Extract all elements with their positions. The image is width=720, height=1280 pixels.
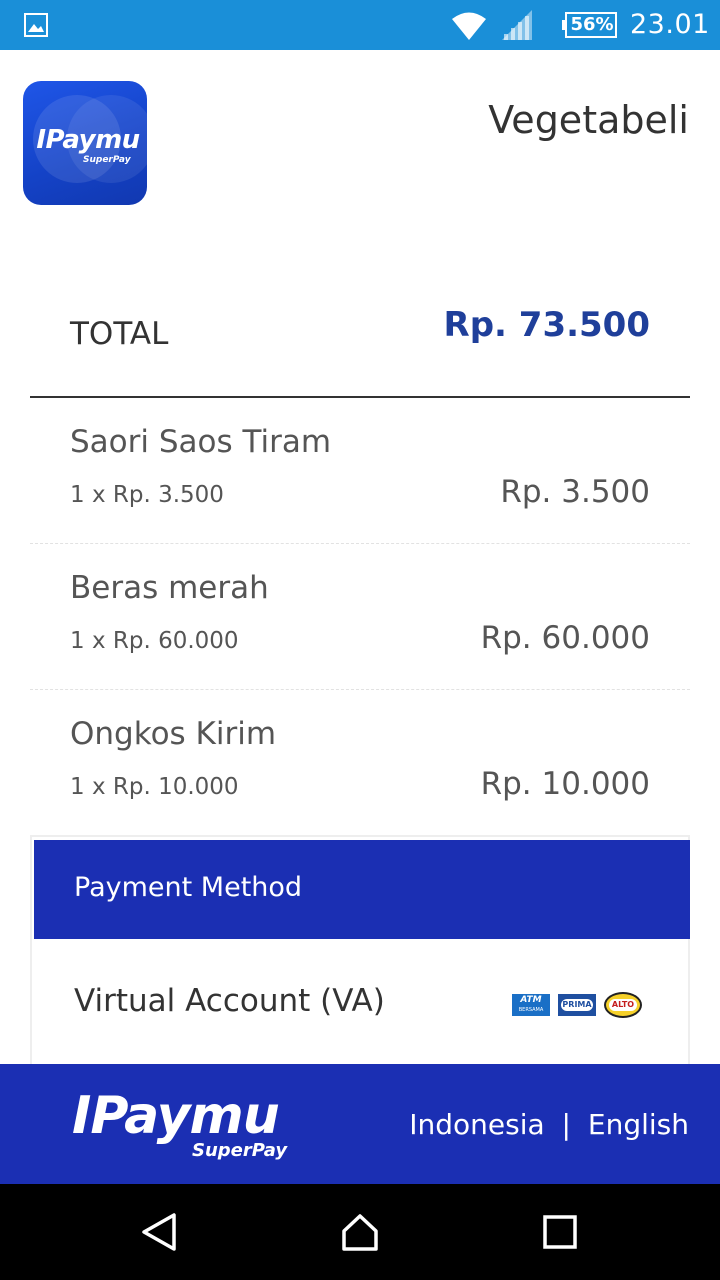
atm-text: ATM: [520, 995, 542, 1005]
item-price: Rp. 10.000: [480, 766, 650, 802]
atm-bersama-logo: ATM BERSAMA: [512, 994, 550, 1016]
payment-method-header[interactable]: Payment Method: [34, 840, 690, 939]
clock: 23.01: [630, 9, 710, 40]
payment-method-panel: Payment Method Virtual Account (VA) ATM …: [30, 835, 690, 1075]
logo-subtext: SuperPay: [83, 155, 131, 165]
language-switcher: Indonesia | English: [409, 1108, 689, 1141]
ipaymu-logo: IPaymu SuperPay: [23, 81, 147, 205]
total-value: Rp. 73.500: [443, 305, 650, 345]
bank-logos: ATM BERSAMA PRIMA ALTO: [512, 991, 652, 1019]
item-quantity-price: 1 x Rp. 10.000: [70, 774, 239, 800]
list-item: Beras merah 1 x Rp. 60.000 Rp. 60.000: [30, 544, 690, 690]
recent-apps-icon[interactable]: [540, 1212, 580, 1252]
item-name: Saori Saos Tiram: [70, 424, 332, 460]
item-price: Rp. 3.500: [500, 474, 650, 510]
virtual-account-option[interactable]: Virtual Account (VA) ATM BERSAMA PRIMA A…: [34, 941, 690, 1061]
wifi-icon: [452, 12, 486, 40]
image-notification-icon: [24, 13, 48, 37]
language-english-link[interactable]: English: [588, 1108, 689, 1141]
battery-percent: 56%: [570, 14, 614, 35]
logo-text: IPaymu: [36, 125, 140, 155]
item-name: Beras merah: [70, 570, 269, 606]
status-bar: 56% 23.01: [0, 0, 720, 50]
payment-method-title: Payment Method: [74, 872, 303, 903]
virtual-account-label: Virtual Account (VA): [74, 983, 385, 1019]
atm-subtext: BERSAMA: [518, 1007, 544, 1013]
item-name: Ongkos Kirim: [70, 716, 277, 752]
home-icon[interactable]: [340, 1212, 380, 1252]
footer-logo: IPaymu: [72, 1086, 280, 1146]
item-quantity-price: 1 x Rp. 3.500: [70, 482, 224, 508]
language-indonesia-link[interactable]: Indonesia: [409, 1108, 544, 1141]
footer-logo-subtext: SuperPay: [192, 1140, 288, 1161]
navigation-bar: [0, 1184, 720, 1280]
prima-logo: PRIMA: [558, 994, 596, 1016]
language-separator: |: [561, 1108, 571, 1141]
total-label: TOTAL: [70, 316, 169, 352]
prima-text: PRIMA: [561, 999, 593, 1011]
signal-icon: [502, 10, 532, 40]
alto-logo: ALTO: [604, 992, 642, 1018]
footer: IPaymu SuperPay Indonesia | English: [0, 1064, 720, 1184]
list-item: Saori Saos Tiram 1 x Rp. 3.500 Rp. 3.500: [30, 398, 690, 544]
battery-indicator: 56%: [562, 12, 618, 38]
item-quantity-price: 1 x Rp. 60.000: [70, 628, 239, 654]
list-item: Ongkos Kirim 1 x Rp. 10.000 Rp. 10.000: [30, 690, 690, 836]
merchant-name: Vegetabeli: [488, 98, 689, 142]
item-price: Rp. 60.000: [480, 620, 650, 656]
back-icon[interactable]: [140, 1212, 180, 1252]
alto-text: ALTO: [609, 999, 637, 1011]
